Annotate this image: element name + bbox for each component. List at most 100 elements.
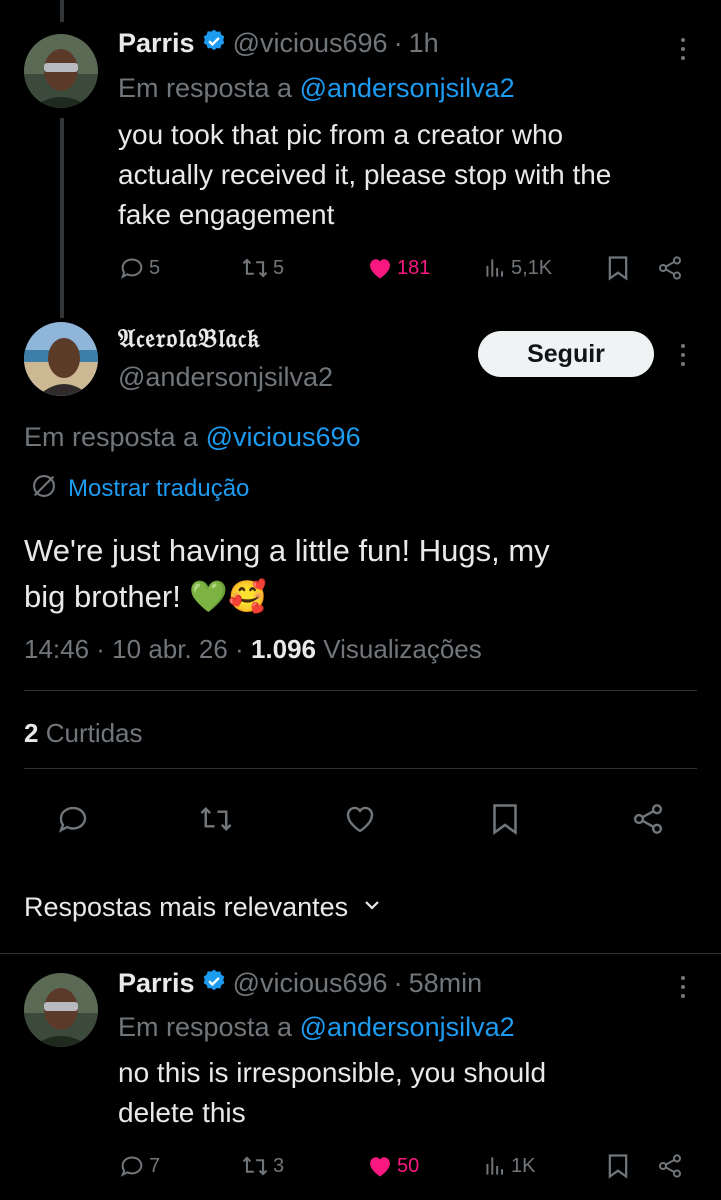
tweet1-reply-handle-link[interactable]: @andersonjsilva2 [300,73,515,103]
reply-icon [118,254,146,282]
tweet2-text: no this is irresponsible, you should del… [118,1053,546,1133]
thread-line-mid [60,118,64,318]
main-reply-handle-link[interactable]: @vicious696 [206,422,361,452]
heart-icon [342,806,378,841]
tweet1-header: Parris @vicious696 · 1h [118,28,439,59]
tweet1-views-button[interactable]: 5,1K [482,254,552,282]
tweet2-reply-context: Em resposta a @andersonjsilva2 [118,1012,515,1043]
tweet1-views-count: 5,1K [511,256,553,279]
share-icon [656,254,684,282]
tweet1-reply-prefix: Em resposta a [118,73,293,103]
tweet2-handle[interactable]: @vicious696 [233,968,388,999]
tweet2-reply-handle-link[interactable]: @andersonjsilva2 [300,1012,515,1042]
avatar-parris[interactable] [24,973,98,1047]
tweet2-retweet-button[interactable]: 3 [240,1152,284,1180]
tweet1-text-line: you took that pic from a creator who [118,119,564,150]
retweet-icon [240,254,270,282]
main-text-line: We're just having a little fun! Hugs, my [24,533,550,568]
tweet2-text-line: delete this [118,1097,246,1128]
tweet1-text-line: actually received it, please stop with t… [118,159,612,190]
tweet1-more-icon[interactable] [678,38,688,60]
main-tweet-text: We're just having a little fun! Hugs, my… [24,528,550,620]
tweet2-time[interactable]: 58min [409,968,483,999]
divider-replies [0,953,721,954]
likes-summary-label: Curtidas [45,718,143,748]
main-meta: 14:46 · 10 abr. 26 · 1.096 Visualizações [24,634,482,665]
views-icon [482,1152,508,1180]
follow-button[interactable]: Seguir [478,331,654,377]
reply-icon [118,1152,146,1180]
tweet2-header: Parris @vicious696 · 58min [118,968,482,999]
chevron-down-icon [362,895,382,920]
tweet1-time[interactable]: 1h [409,28,439,59]
tweet1-reply-context: Em resposta a @andersonjsilva2 [118,73,515,104]
main-handle[interactable]: @andersonjsilva2 [118,362,333,393]
main-reply-prefix: Em resposta a [24,422,199,452]
tweet2-like-button[interactable]: 50 [366,1152,419,1180]
main-timestamp[interactable]: 14:46 · 10 abr. 26 · [24,634,244,664]
heart-filled-icon [366,1152,394,1180]
tweet2-author-name[interactable]: Parris [118,968,195,999]
main-reply-context: Em resposta a @vicious696 [24,422,361,453]
translate-label: Mostrar tradução [68,474,250,502]
tweet2-views-count: 1K [511,1154,536,1177]
views-icon [482,254,508,282]
heart-filled-icon [366,254,394,282]
main-like-button[interactable] [342,801,378,842]
tweet1-reply-count: 5 [149,256,161,279]
tweet2-views-button[interactable]: 1K [482,1152,535,1180]
tweet2-text-line: no this is irresponsible, you should [118,1057,547,1088]
retweet-icon [197,807,235,841]
tweet1-retweet-count: 5 [273,256,285,279]
divider-likes [24,768,697,769]
likes-summary-count: 2 [24,718,39,748]
main-reply-button[interactable] [55,801,91,842]
translate-icon [30,472,58,505]
verified-icon [201,28,227,59]
divider-meta [24,690,697,691]
tweet2-reply-prefix: Em resposta a [118,1012,293,1042]
tweet2-share-button[interactable] [656,1152,684,1180]
main-more-icon[interactable] [678,344,688,366]
tweet2-reply-button[interactable]: 7 [118,1152,160,1180]
sort-dropdown[interactable]: Respostas mais relevantes [24,892,382,923]
tweet1-share-button[interactable] [656,254,684,282]
main-retweet-button[interactable] [197,801,235,842]
tweet1-retweet-button[interactable]: 5 [240,254,284,282]
bookmark-icon [606,254,630,282]
main-bookmark-button[interactable] [489,801,521,842]
tweet1-reply-button[interactable]: 5 [118,254,160,282]
tweet1-bookmark-button[interactable] [606,254,630,282]
tweet2-reply-count: 7 [149,1154,161,1177]
tweet2-bookmark-button[interactable] [606,1152,630,1180]
main-text-line: big brother! 💚🥰 [24,579,267,614]
avatar-parris[interactable] [24,34,98,108]
tweet1-like-count: 181 [397,256,431,279]
tweet2-retweet-count: 3 [273,1154,285,1177]
retweet-icon [240,1152,270,1180]
share-icon [656,1152,684,1180]
share-icon [630,804,666,841]
bookmark-icon [606,1152,630,1180]
tweet2-like-count: 50 [397,1154,420,1177]
tweet1-handle[interactable]: @vicious696 [233,28,388,59]
translate-link[interactable]: Mostrar tradução [30,472,249,505]
bookmark-icon [489,804,521,841]
tweet1-separator: · [393,28,403,58]
tweet2-separator: · [393,968,403,998]
main-display-name[interactable]: 𝔄𝔠𝔢𝔯𝔬𝔩𝔞𝔅𝔩𝔞𝔠𝔨 [118,324,260,355]
avatar-acerolablack[interactable] [24,322,98,396]
main-views-count: 1.096 [250,634,317,664]
tweet1-text: you took that pic from a creator who act… [118,115,611,235]
main-share-button[interactable] [630,801,666,842]
main-views-label: Visualizações [323,634,482,664]
reply-icon [55,806,91,841]
tweet1-like-button[interactable]: 181 [366,254,430,282]
tweet2-more-icon[interactable] [678,976,688,998]
likes-summary[interactable]: 2 Curtidas [24,718,143,749]
tweet1-author-name[interactable]: Parris [118,28,195,59]
tweet1-text-line: fake engagement [118,199,335,230]
sort-label: Respostas mais relevantes [24,892,349,922]
thread-line-top [60,0,64,22]
verified-icon [201,968,227,999]
